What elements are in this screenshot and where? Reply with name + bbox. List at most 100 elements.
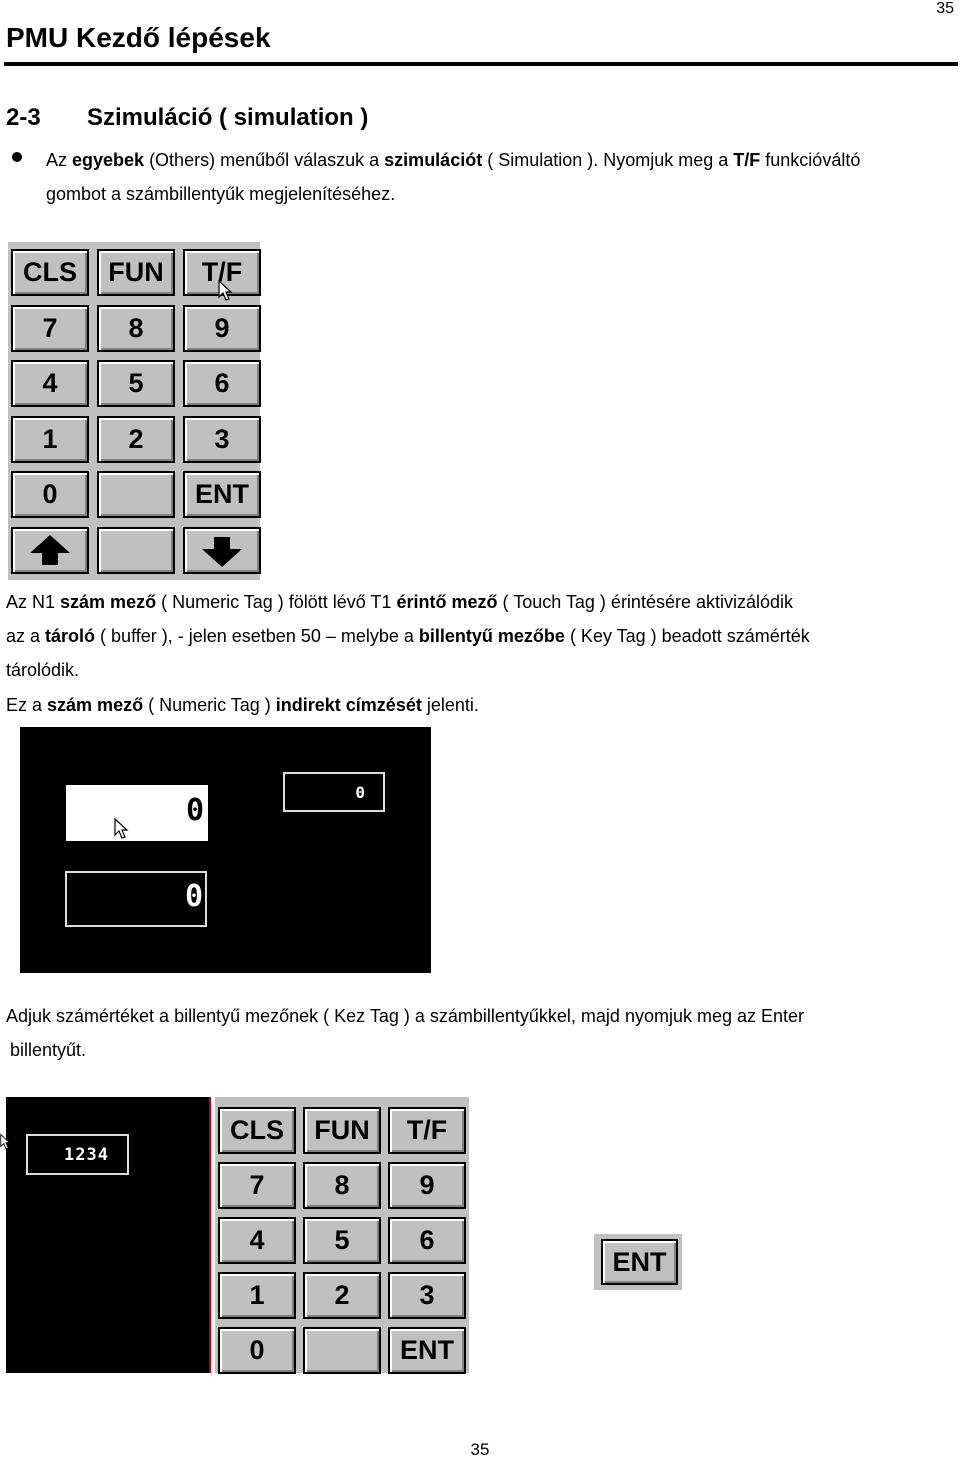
text: ( buffer ), - jelen esetben 50 – melybe … — [95, 626, 419, 646]
key-5[interactable]: 5 — [303, 1217, 381, 1264]
header-divider — [4, 62, 958, 66]
key-7[interactable]: 7 — [11, 304, 89, 352]
numeric-tag-value: 0 — [184, 879, 203, 914]
section-heading: 2-3 Szimuláció ( simulation ) — [6, 104, 368, 132]
bold-term: T/F — [733, 150, 761, 170]
bold-term: indirekt címzését — [275, 695, 422, 715]
keypad-screenshot-2: CLS FUN T/F 7 8 9 4 5 6 1 2 3 0 ENT — [215, 1097, 469, 1374]
simulation-screen-2: 1234 — [0, 1097, 211, 1373]
key-fun[interactable]: FUN — [303, 1107, 381, 1154]
simulation-screen-1: 0 0 0 — [20, 727, 431, 973]
key-label: FUN — [108, 257, 164, 287]
small-numeric-field[interactable]: 0 — [283, 772, 385, 812]
text: Az N1 — [6, 592, 61, 612]
mouse-cursor-icon — [0, 1133, 11, 1150]
text: ( Touch Tag ) érintésére aktivizálódik — [497, 592, 794, 612]
para2-line-3: tárolódik. — [6, 660, 80, 680]
key-5[interactable]: 5 — [97, 360, 175, 407]
key-1[interactable]: 1 — [11, 415, 89, 463]
key-down[interactable] — [183, 526, 261, 574]
key-label: ENT — [195, 479, 249, 509]
key-8[interactable]: 8 — [97, 304, 175, 352]
key-0[interactable]: 0 — [11, 471, 89, 518]
keypad-screenshot-1: CLS FUN T/F 7 8 9 4 5 6 1 2 3 0 ENT — [8, 242, 261, 580]
text: (Others) menűből válaszuk a — [144, 150, 385, 170]
touch-tag-value: 0 — [185, 793, 204, 828]
key-blank[interactable] — [97, 526, 175, 574]
key-tag-value: 1234 — [64, 1145, 109, 1165]
key-1[interactable]: 1 — [218, 1272, 296, 1319]
bold-term: billentyű mezőbe — [418, 626, 565, 646]
key-label: 2 — [128, 423, 144, 454]
key-label: 8 — [128, 312, 144, 343]
text: az a — [6, 626, 46, 646]
key-fun[interactable]: FUN — [97, 249, 175, 296]
section-number: 2-3 — [6, 104, 41, 131]
key-tf[interactable]: T/F — [388, 1107, 466, 1154]
key-ent[interactable]: ENT — [388, 1327, 466, 1374]
key-label: 5 — [128, 368, 144, 398]
key-3[interactable]: 3 — [183, 415, 261, 463]
text: ( Numeric Tag ) fölött lévő T1 — [156, 592, 397, 612]
bold-term: szám mező — [47, 695, 144, 715]
key-4[interactable]: 4 — [218, 1217, 296, 1264]
key-label: 4 — [42, 368, 58, 398]
text: Az — [46, 150, 73, 170]
key-blank[interactable] — [97, 471, 175, 518]
key-blank[interactable] — [303, 1327, 381, 1374]
key-label: 3 — [419, 1280, 435, 1310]
arrow-up-icon — [30, 535, 70, 565]
key-label: 9 — [214, 312, 230, 343]
key-7[interactable]: 7 — [218, 1162, 296, 1209]
key-label: 1 — [249, 1280, 265, 1310]
text: ( Key Tag ) beadott számérték — [564, 626, 810, 646]
ent-button-label: ENT — [612, 1246, 667, 1277]
key-label: 2 — [334, 1280, 350, 1310]
para3-line-1: Adjuk számértéket a billentyű mezőnek ( … — [6, 1006, 805, 1026]
key-4[interactable]: 4 — [11, 360, 89, 407]
bold-term: egyebek — [72, 150, 145, 170]
key-6[interactable]: 6 — [388, 1217, 466, 1264]
intro-line-1: Az egyebek (Others) menűből válaszuk a s… — [46, 143, 956, 177]
key-ent[interactable]: ENT — [183, 471, 261, 518]
key-3[interactable]: 3 — [388, 1272, 466, 1319]
text: funkcióváltó — [760, 150, 861, 170]
key-2[interactable]: 2 — [97, 415, 175, 463]
bold-term: érintő mező — [396, 592, 498, 612]
key-label: 1 — [42, 423, 58, 454]
ent-button[interactable]: ENT — [601, 1239, 678, 1285]
key-label: ENT — [400, 1335, 454, 1365]
bullet-dot-icon — [12, 152, 22, 162]
key-9[interactable]: 9 — [183, 304, 261, 352]
touch-tag-field[interactable]: 0 — [66, 785, 208, 841]
para3-line-2: billentyűt. — [10, 1040, 87, 1060]
numeric-tag-field[interactable]: 0 — [65, 871, 207, 927]
bold-term: tároló — [45, 626, 96, 646]
para2-line-2: az a tároló ( buffer ), - jelen esetben … — [6, 619, 810, 653]
key-2[interactable]: 2 — [303, 1272, 381, 1319]
key-up[interactable] — [11, 526, 89, 574]
section-title: Szimuláció ( simulation ) — [87, 104, 369, 131]
key-cls[interactable]: CLS — [11, 249, 89, 296]
key-label: 9 — [419, 1170, 435, 1200]
page-title: PMU Kezdő lépések — [6, 22, 271, 53]
key-9[interactable]: 9 — [388, 1162, 466, 1209]
key-label: 0 — [42, 479, 58, 509]
mouse-cursor-icon — [114, 818, 129, 839]
key-8[interactable]: 8 — [303, 1162, 381, 1209]
key-label: 8 — [334, 1170, 350, 1200]
key-6[interactable]: 6 — [183, 360, 261, 407]
intro-line-2: gombot a számbillentyűk megjelenítéséhez… — [46, 184, 396, 204]
key-label: CLS — [23, 257, 77, 287]
key-tag-field[interactable]: 1234 — [26, 1134, 129, 1175]
para2-line-4: Ez a szám mező ( Numeric Tag ) indirekt … — [6, 688, 479, 722]
small-numeric-value: 0 — [355, 783, 365, 802]
key-label: 0 — [249, 1335, 265, 1365]
mouse-cursor-icon — [218, 280, 233, 301]
ent-button-screenshot: ENT — [594, 1234, 682, 1290]
key-label: 3 — [214, 423, 230, 454]
key-label: CLS — [230, 1115, 284, 1145]
key-cls[interactable]: CLS — [218, 1107, 296, 1154]
key-label: T/F — [406, 1115, 448, 1145]
key-0[interactable]: 0 — [218, 1327, 296, 1374]
